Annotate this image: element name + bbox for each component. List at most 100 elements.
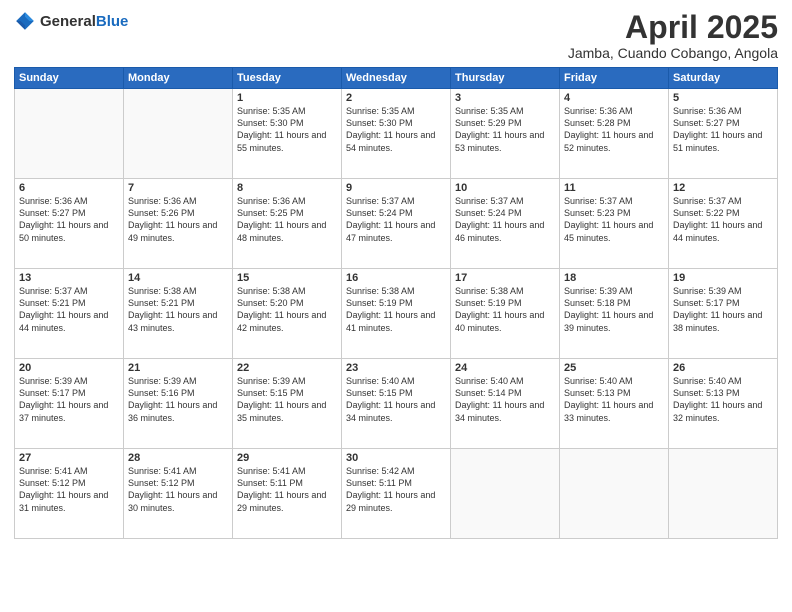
page: GeneralBlue April 2025 Jamba, Cuando Cob… [0, 0, 792, 612]
calendar-table: Sunday Monday Tuesday Wednesday Thursday… [14, 67, 778, 539]
day-number: 29 [237, 452, 337, 464]
day-number: 30 [346, 452, 446, 464]
header: GeneralBlue April 2025 Jamba, Cuando Cob… [14, 10, 778, 61]
week-row-2: 6Sunrise: 5:36 AMSunset: 5:27 PMDaylight… [15, 179, 778, 269]
col-monday: Monday [124, 68, 233, 89]
col-tuesday: Tuesday [233, 68, 342, 89]
day-number: 10 [455, 182, 555, 194]
day-number: 25 [564, 362, 664, 374]
logo: GeneralBlue [14, 10, 128, 32]
day-number: 20 [19, 362, 119, 374]
day-info: Sunrise: 5:38 AMSunset: 5:19 PMDaylight:… [346, 285, 446, 334]
col-wednesday: Wednesday [342, 68, 451, 89]
day-cell: 3Sunrise: 5:35 AMSunset: 5:29 PMDaylight… [451, 89, 560, 179]
location-title: Jamba, Cuando Cobango, Angola [568, 45, 778, 61]
logo-blue: Blue [96, 13, 129, 30]
day-number: 1 [237, 92, 337, 104]
col-friday: Friday [560, 68, 669, 89]
day-cell: 19Sunrise: 5:39 AMSunset: 5:17 PMDayligh… [669, 269, 778, 359]
day-info: Sunrise: 5:37 AMSunset: 5:21 PMDaylight:… [19, 285, 119, 334]
day-cell: 4Sunrise: 5:36 AMSunset: 5:28 PMDaylight… [560, 89, 669, 179]
day-cell: 23Sunrise: 5:40 AMSunset: 5:15 PMDayligh… [342, 359, 451, 449]
day-cell [15, 89, 124, 179]
day-cell: 14Sunrise: 5:38 AMSunset: 5:21 PMDayligh… [124, 269, 233, 359]
day-cell: 8Sunrise: 5:36 AMSunset: 5:25 PMDaylight… [233, 179, 342, 269]
day-info: Sunrise: 5:41 AMSunset: 5:12 PMDaylight:… [19, 465, 119, 514]
logo-text: GeneralBlue [40, 13, 128, 30]
day-number: 17 [455, 272, 555, 284]
day-cell [451, 449, 560, 539]
day-cell: 29Sunrise: 5:41 AMSunset: 5:11 PMDayligh… [233, 449, 342, 539]
day-cell: 13Sunrise: 5:37 AMSunset: 5:21 PMDayligh… [15, 269, 124, 359]
day-info: Sunrise: 5:37 AMSunset: 5:23 PMDaylight:… [564, 195, 664, 244]
day-cell [669, 449, 778, 539]
logo-icon [14, 10, 36, 32]
day-cell: 1Sunrise: 5:35 AMSunset: 5:30 PMDaylight… [233, 89, 342, 179]
day-number: 28 [128, 452, 228, 464]
day-info: Sunrise: 5:36 AMSunset: 5:28 PMDaylight:… [564, 105, 664, 154]
day-cell: 9Sunrise: 5:37 AMSunset: 5:24 PMDaylight… [342, 179, 451, 269]
week-row-3: 13Sunrise: 5:37 AMSunset: 5:21 PMDayligh… [15, 269, 778, 359]
week-row-5: 27Sunrise: 5:41 AMSunset: 5:12 PMDayligh… [15, 449, 778, 539]
day-info: Sunrise: 5:35 AMSunset: 5:30 PMDaylight:… [237, 105, 337, 154]
day-info: Sunrise: 5:39 AMSunset: 5:17 PMDaylight:… [673, 285, 773, 334]
week-row-1: 1Sunrise: 5:35 AMSunset: 5:30 PMDaylight… [15, 89, 778, 179]
day-info: Sunrise: 5:37 AMSunset: 5:24 PMDaylight:… [455, 195, 555, 244]
day-number: 13 [19, 272, 119, 284]
day-number: 19 [673, 272, 773, 284]
day-cell: 10Sunrise: 5:37 AMSunset: 5:24 PMDayligh… [451, 179, 560, 269]
day-info: Sunrise: 5:36 AMSunset: 5:27 PMDaylight:… [19, 195, 119, 244]
day-info: Sunrise: 5:36 AMSunset: 5:25 PMDaylight:… [237, 195, 337, 244]
day-number: 24 [455, 362, 555, 374]
day-cell: 15Sunrise: 5:38 AMSunset: 5:20 PMDayligh… [233, 269, 342, 359]
day-number: 8 [237, 182, 337, 194]
day-cell: 12Sunrise: 5:37 AMSunset: 5:22 PMDayligh… [669, 179, 778, 269]
day-info: Sunrise: 5:39 AMSunset: 5:16 PMDaylight:… [128, 375, 228, 424]
day-number: 16 [346, 272, 446, 284]
day-cell: 22Sunrise: 5:39 AMSunset: 5:15 PMDayligh… [233, 359, 342, 449]
day-number: 21 [128, 362, 228, 374]
day-info: Sunrise: 5:38 AMSunset: 5:21 PMDaylight:… [128, 285, 228, 334]
day-info: Sunrise: 5:35 AMSunset: 5:30 PMDaylight:… [346, 105, 446, 154]
day-info: Sunrise: 5:35 AMSunset: 5:29 PMDaylight:… [455, 105, 555, 154]
day-info: Sunrise: 5:36 AMSunset: 5:26 PMDaylight:… [128, 195, 228, 244]
day-info: Sunrise: 5:39 AMSunset: 5:15 PMDaylight:… [237, 375, 337, 424]
month-title: April 2025 [568, 10, 778, 45]
day-cell: 26Sunrise: 5:40 AMSunset: 5:13 PMDayligh… [669, 359, 778, 449]
day-number: 4 [564, 92, 664, 104]
col-sunday: Sunday [15, 68, 124, 89]
day-info: Sunrise: 5:38 AMSunset: 5:19 PMDaylight:… [455, 285, 555, 334]
day-cell: 16Sunrise: 5:38 AMSunset: 5:19 PMDayligh… [342, 269, 451, 359]
logo-general: General [40, 13, 96, 30]
day-number: 5 [673, 92, 773, 104]
day-info: Sunrise: 5:39 AMSunset: 5:17 PMDaylight:… [19, 375, 119, 424]
day-info: Sunrise: 5:39 AMSunset: 5:18 PMDaylight:… [564, 285, 664, 334]
day-number: 23 [346, 362, 446, 374]
day-number: 27 [19, 452, 119, 464]
day-number: 15 [237, 272, 337, 284]
col-saturday: Saturday [669, 68, 778, 89]
day-number: 7 [128, 182, 228, 194]
day-cell [560, 449, 669, 539]
day-cell: 20Sunrise: 5:39 AMSunset: 5:17 PMDayligh… [15, 359, 124, 449]
day-number: 2 [346, 92, 446, 104]
day-number: 3 [455, 92, 555, 104]
day-cell: 11Sunrise: 5:37 AMSunset: 5:23 PMDayligh… [560, 179, 669, 269]
day-number: 26 [673, 362, 773, 374]
day-info: Sunrise: 5:40 AMSunset: 5:15 PMDaylight:… [346, 375, 446, 424]
day-info: Sunrise: 5:37 AMSunset: 5:24 PMDaylight:… [346, 195, 446, 244]
day-cell: 25Sunrise: 5:40 AMSunset: 5:13 PMDayligh… [560, 359, 669, 449]
day-info: Sunrise: 5:38 AMSunset: 5:20 PMDaylight:… [237, 285, 337, 334]
day-number: 6 [19, 182, 119, 194]
day-cell: 28Sunrise: 5:41 AMSunset: 5:12 PMDayligh… [124, 449, 233, 539]
day-number: 14 [128, 272, 228, 284]
day-number: 11 [564, 182, 664, 194]
day-info: Sunrise: 5:36 AMSunset: 5:27 PMDaylight:… [673, 105, 773, 154]
col-thursday: Thursday [451, 68, 560, 89]
day-cell: 17Sunrise: 5:38 AMSunset: 5:19 PMDayligh… [451, 269, 560, 359]
day-info: Sunrise: 5:41 AMSunset: 5:11 PMDaylight:… [237, 465, 337, 514]
day-cell: 18Sunrise: 5:39 AMSunset: 5:18 PMDayligh… [560, 269, 669, 359]
day-number: 22 [237, 362, 337, 374]
day-cell: 2Sunrise: 5:35 AMSunset: 5:30 PMDaylight… [342, 89, 451, 179]
day-info: Sunrise: 5:41 AMSunset: 5:12 PMDaylight:… [128, 465, 228, 514]
